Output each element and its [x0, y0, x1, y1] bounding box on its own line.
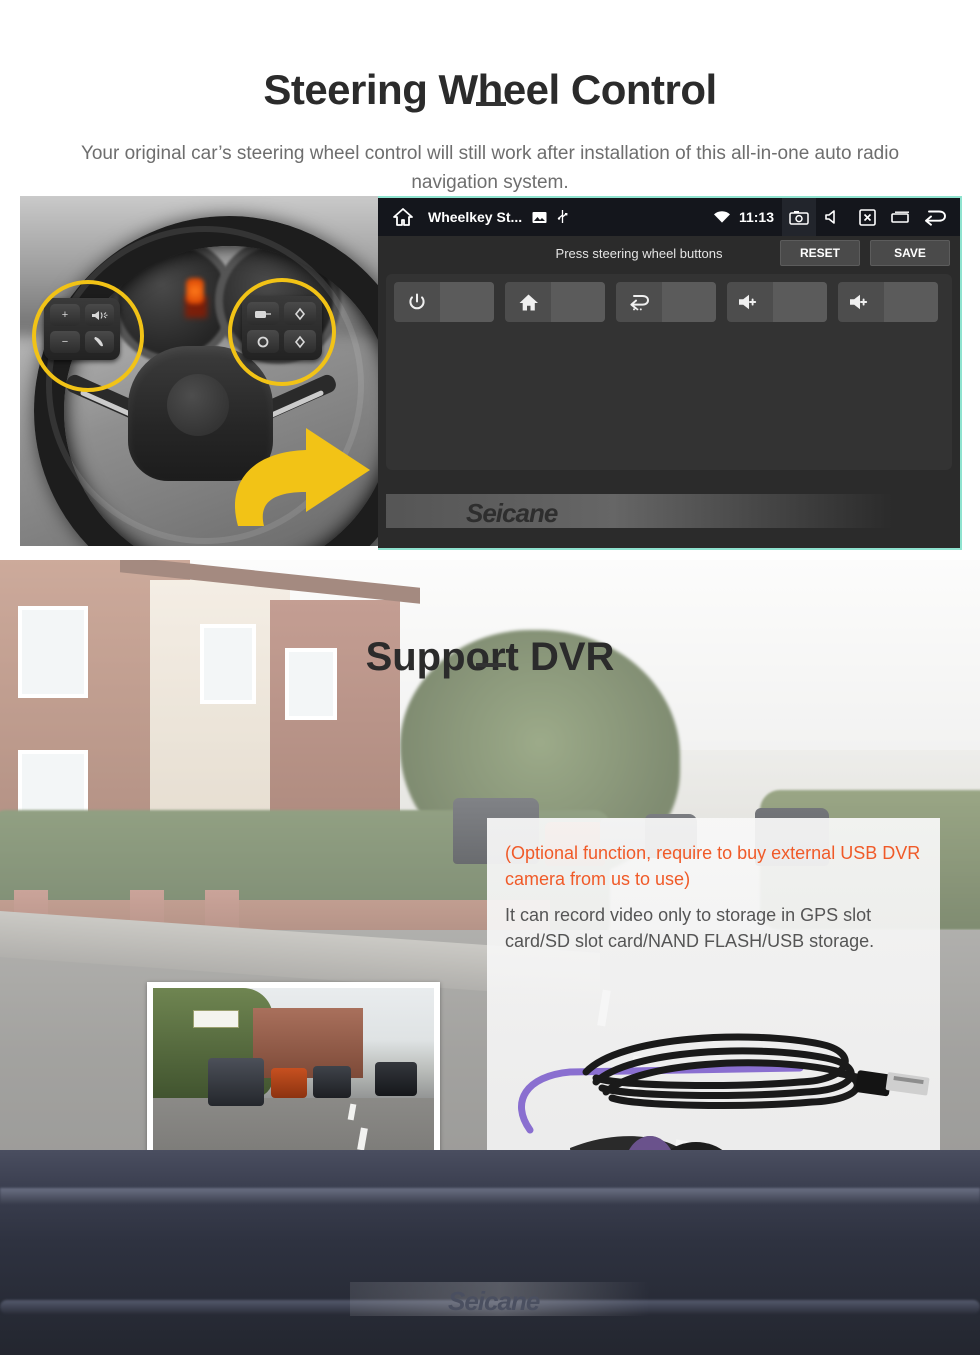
- key-cell-volume-up-2[interactable]: [838, 282, 938, 322]
- key-cell-home[interactable]: [505, 282, 605, 322]
- dashboard-ridge-top: [0, 1188, 980, 1204]
- reset-button[interactable]: RESET: [780, 240, 860, 266]
- home-icon: [393, 208, 413, 226]
- toolbar-hint: Press steering wheel buttons: [555, 245, 723, 261]
- media-row: + − Wheelkey St... 11:13 Press steering …: [20, 196, 962, 550]
- volume-up-icon-wrap-2: [838, 293, 884, 311]
- power-icon: [409, 293, 425, 310]
- key-cell-power[interactable]: [394, 282, 494, 322]
- status-usb-icon: [557, 209, 568, 225]
- page-title: Steering Wheel Control: [263, 66, 717, 114]
- head-unit-screen: Wheelkey St... 11:13 Press steering whee…: [378, 196, 962, 550]
- android-status-bar: Wheelkey St... 11:13: [378, 198, 960, 236]
- section-title-divider: [476, 663, 506, 667]
- status-right-icons: [782, 198, 952, 236]
- power-icon-wrap: [394, 292, 440, 312]
- camera-icon: [789, 210, 809, 225]
- image-icon: [532, 211, 547, 223]
- status-image-icon: [532, 211, 547, 224]
- preview-sign: [193, 1010, 239, 1028]
- usb-icon: [557, 210, 568, 223]
- preview-car-dark: [313, 1066, 351, 1098]
- key-mapping-row: [394, 282, 938, 322]
- curved-arrow-icon: [234, 428, 370, 526]
- pointing-arrow: [220, 398, 378, 528]
- dvr-note-highlight: (Optional function, require to buy exter…: [505, 843, 921, 889]
- status-home-icon[interactable]: [386, 207, 420, 227]
- volume-up-icon: [850, 294, 868, 310]
- wifi-icon: [713, 211, 730, 223]
- preview-car-suv: [208, 1058, 264, 1106]
- volume-up-icon-wrap-1: [727, 293, 773, 311]
- back-arrow-icon: [925, 210, 946, 226]
- status-app-title: Wheelkey St...: [428, 209, 523, 225]
- status-wifi-icon: [713, 210, 731, 224]
- dvr-note-body: It can record video only to storage in G…: [505, 905, 875, 951]
- seicane-watermark-bottom: Seicane: [448, 1286, 540, 1316]
- preview-car-right: [375, 1062, 417, 1096]
- screen-off-button[interactable]: [850, 198, 884, 236]
- mute-button[interactable]: [816, 198, 850, 236]
- wheelkey-toolbar: Press steering wheel buttons RESET SAVE: [378, 236, 960, 270]
- volume-mute-icon: [825, 210, 835, 224]
- preview-car-orange: [271, 1068, 307, 1098]
- steering-wheel-photo: + −: [20, 196, 378, 546]
- key-mapping-panel: [386, 274, 952, 470]
- screenshot-button[interactable]: [782, 198, 816, 236]
- recents-button[interactable]: [884, 198, 918, 236]
- title-divider: [476, 102, 506, 106]
- back-button[interactable]: [918, 198, 952, 236]
- back-icon-wrap: [616, 292, 662, 312]
- back-icon: [630, 295, 650, 311]
- status-clock: 11:13: [738, 209, 774, 225]
- save-button[interactable]: SAVE: [870, 240, 950, 266]
- watermark-band: [386, 494, 892, 528]
- steering-wheel-control-section: Steering Wheel Control Your original car…: [0, 0, 980, 560]
- key-cell-back-slot[interactable]: [662, 282, 716, 322]
- section-title: Support DVR: [365, 635, 615, 680]
- key-cell-volume-up-1-slot[interactable]: [773, 282, 827, 322]
- screen-off-icon: [858, 208, 876, 226]
- key-cell-volume-up-1[interactable]: [727, 282, 827, 322]
- seicane-watermark: Seicane: [466, 498, 558, 528]
- left-pad-highlight-circle: [32, 280, 144, 392]
- key-cell-power-slot[interactable]: [440, 282, 494, 322]
- key-cell-home-slot[interactable]: [551, 282, 605, 322]
- page-subtitle: Your original car’s steering wheel contr…: [80, 143, 900, 193]
- recents-icon: [891, 211, 909, 223]
- home-icon: [519, 294, 538, 310]
- car-dashboard-foreground: [0, 1150, 980, 1355]
- right-pad-highlight-circle: [228, 278, 336, 386]
- home-icon-wrap: [505, 293, 551, 312]
- key-cell-volume-up-2-slot[interactable]: [884, 282, 938, 322]
- key-cell-back[interactable]: [616, 282, 716, 322]
- volume-up-icon: [739, 294, 757, 310]
